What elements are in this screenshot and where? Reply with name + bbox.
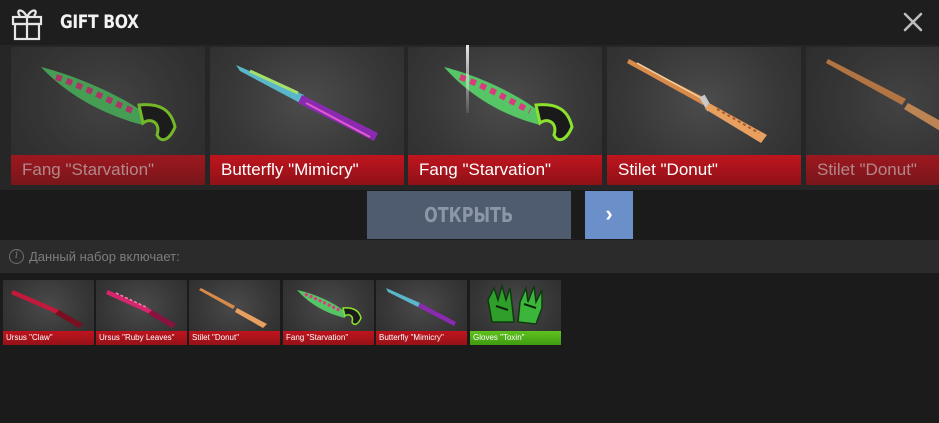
roulette-indicator — [466, 45, 469, 113]
item-label: Ursus "Claw" — [3, 331, 94, 345]
butterfly-knife-image — [236, 65, 378, 141]
next-button[interactable]: › — [585, 191, 633, 239]
roulette-card: Stilet "Donut" — [806, 47, 939, 185]
butterfly-knife-image — [386, 288, 456, 326]
content-item[interactable]: Stilet "Donut" — [189, 280, 280, 345]
fang-knife-image — [444, 67, 574, 142]
stilet-knife-image — [199, 288, 267, 328]
roulette-strip: Fang "Starvation" Butterfly "Mimicry" Fa… — [0, 45, 939, 190]
content-item[interactable]: Gloves "Toxin" — [470, 280, 561, 345]
stilet-knife-image — [627, 59, 767, 143]
header: GIFT BOX — [0, 0, 939, 45]
card-label: Stilet "Donut" — [806, 155, 939, 185]
box-contents: Ursus "Claw" Ursus "Ruby Leaves" Stilet … — [0, 273, 939, 423]
roulette-card: Stilet "Donut" — [607, 47, 801, 185]
card-label: Butterfly "Mimicry" — [210, 155, 404, 185]
item-label: Stilet "Donut" — [189, 331, 280, 345]
content-item[interactable]: Fang "Starvation" — [283, 280, 374, 345]
card-label: Stilet "Donut" — [607, 155, 801, 185]
info-icon: i — [9, 249, 24, 264]
info-text: Данный набор включает: — [29, 249, 180, 264]
content-item[interactable]: Ursus "Claw" — [3, 280, 94, 345]
fang-knife-image — [41, 67, 177, 142]
page-title: GIFT BOX — [60, 11, 139, 33]
info-bar: i Данный набор включает: — [0, 240, 939, 273]
roulette-card: Fang "Starvation" — [408, 47, 602, 185]
controls: ОТКРЫТЬ › — [0, 190, 939, 240]
gloves-image — [487, 283, 543, 325]
card-label: Fang "Starvation" — [408, 155, 602, 185]
item-label: Fang "Starvation" — [283, 331, 374, 345]
content-item[interactable]: Ursus "Ruby Leaves" — [96, 280, 187, 345]
close-icon[interactable] — [899, 8, 927, 36]
roulette-card: Butterfly "Mimicry" — [210, 47, 404, 185]
card-label: Fang "Starvation" — [11, 155, 205, 185]
item-label: Butterfly "Mimicry" — [376, 331, 467, 345]
stilet-knife-image — [826, 59, 939, 131]
roulette-card: Fang "Starvation" — [11, 47, 205, 185]
open-button[interactable]: ОТКРЫТЬ — [367, 191, 571, 239]
fang-knife-image — [297, 290, 362, 326]
ursus-knife-image — [11, 290, 83, 328]
ursus-knife-image — [106, 290, 176, 328]
gift-icon — [11, 9, 43, 41]
item-label: Gloves "Toxin" — [470, 331, 561, 345]
open-button-label: ОТКРЫТЬ — [424, 203, 514, 227]
content-item[interactable]: Butterfly "Mimicry" — [376, 280, 467, 345]
item-label: Ursus "Ruby Leaves" — [96, 331, 187, 345]
